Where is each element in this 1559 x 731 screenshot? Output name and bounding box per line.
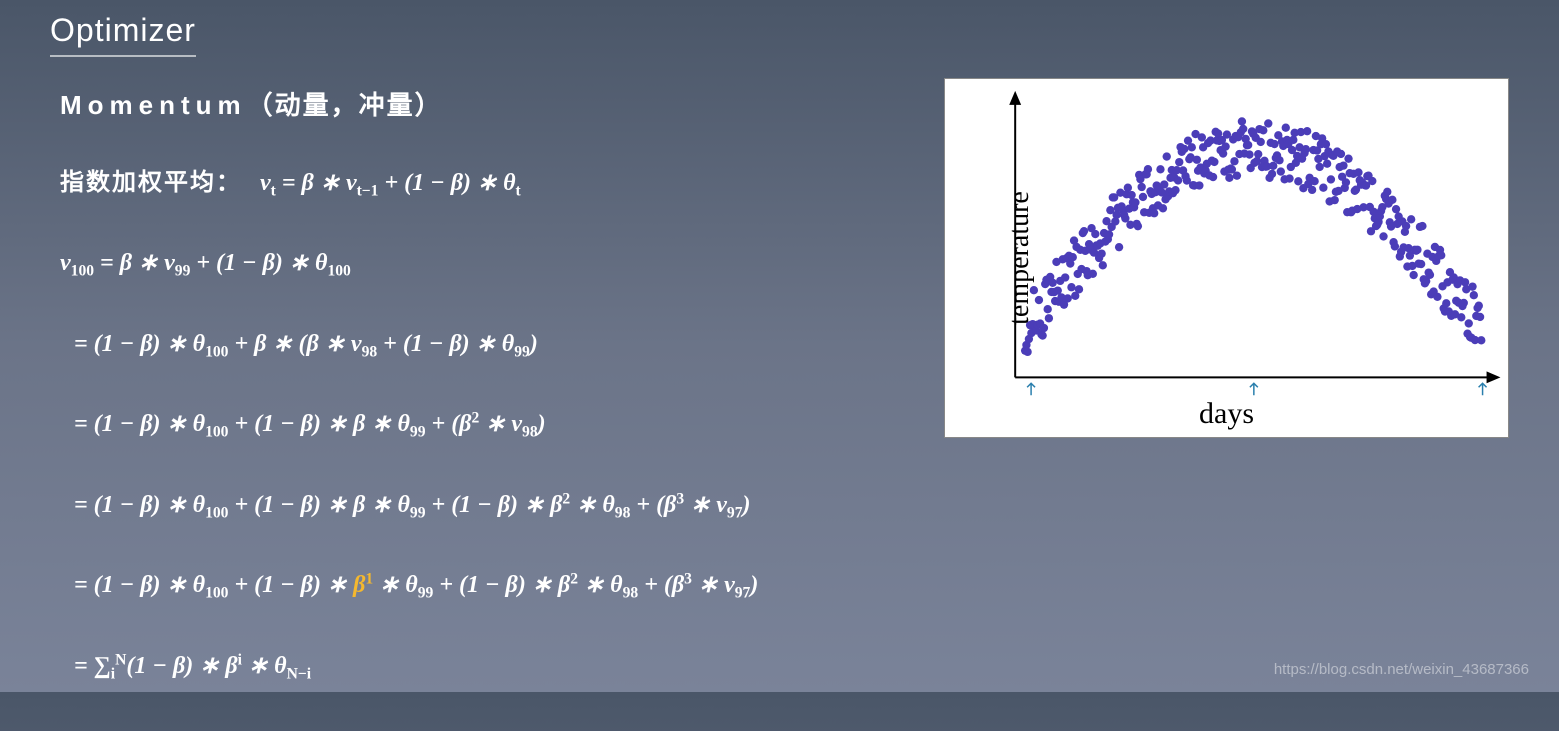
heading-zh: （动量，冲量） — [247, 90, 443, 120]
formula-step4: = (1 − β) ∗ θ100 + (1 − β) ∗ β1 ∗ θ99 + … — [74, 570, 1539, 602]
label-ewa: 指数加权平均： — [60, 169, 242, 196]
chart-xlabel: days — [1199, 397, 1254, 431]
heading-en: Momentum — [60, 90, 247, 120]
formula-step3: = (1 − β) ∗ θ100 + (1 − β) ∗ β ∗ θ99 + (… — [74, 490, 1539, 522]
slide-title: Optimizer — [50, 12, 196, 57]
temperature-chart: temperature days — [944, 78, 1509, 438]
watermark: https://blog.csdn.net/weixin_43687366 — [1274, 661, 1529, 678]
chart-ylabel: temperature — [1004, 191, 1036, 325]
